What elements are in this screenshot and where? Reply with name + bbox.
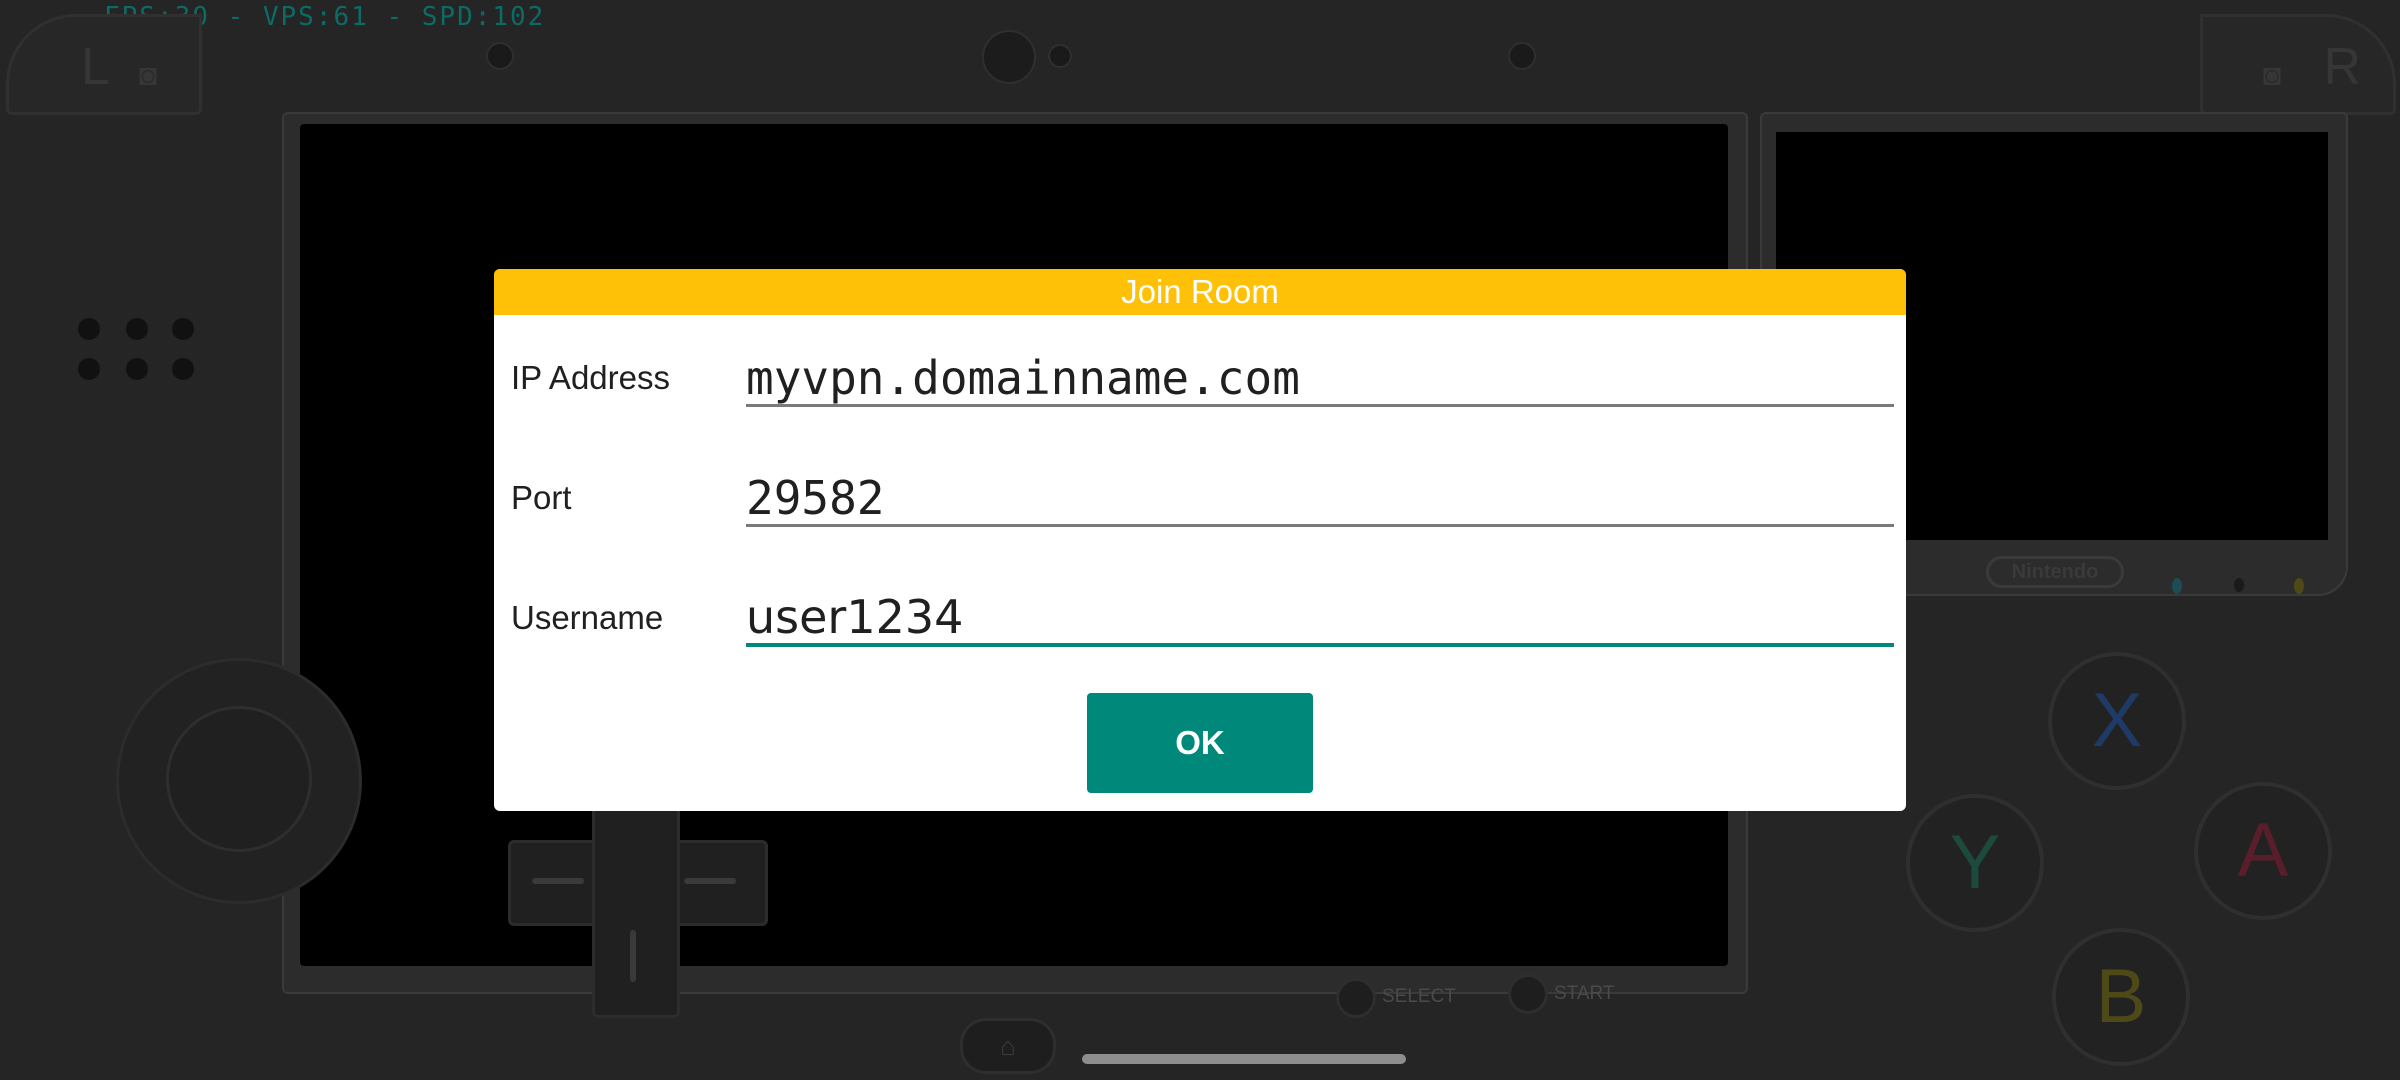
speaker-hole [172,318,194,340]
username-label: Username [511,599,664,636]
start-button[interactable] [1508,974,1548,1014]
speaker-hole [126,318,148,340]
port-input[interactable] [746,471,1894,527]
b-button-label: B [2095,954,2147,1039]
y-button-label: Y [1949,820,2001,905]
speaker-hole [172,358,194,380]
l-shoulder-button[interactable]: L ◙ [6,14,202,115]
charge-led-icon [2234,578,2244,592]
start-label: START [1554,983,1615,1004]
l-shoulder-label: L [81,38,110,96]
gesture-navigation-bar[interactable] [1082,1054,1406,1064]
sensor-dot [1048,44,1072,68]
power-led-icon [2294,578,2304,594]
speaker-hole [126,358,148,380]
circle-pad[interactable] [166,706,312,852]
home-button[interactable]: ⌂ [960,1018,1056,1074]
hinge-dot [486,42,514,70]
r-shoulder-button[interactable]: ◙ R [2200,14,2396,115]
r-shoulder-label: R [2323,38,2361,96]
x-button-label: X [2091,678,2143,763]
b-button[interactable]: B [2052,928,2190,1066]
port-label: Port [511,479,572,516]
a-button[interactable]: A [2194,782,2332,920]
camera-lens-icon [982,30,1036,84]
dpad-left-mark [532,878,584,884]
speaker-hole [78,358,100,380]
ip-address-input[interactable] [746,351,1894,407]
dpad-right-mark [684,878,736,884]
select-label: SELECT [1382,986,1456,1007]
select-button[interactable] [1336,978,1376,1018]
hinge-dot [1508,42,1536,70]
username-input[interactable] [746,591,1894,647]
ip-address-label: IP Address [511,359,670,396]
ok-button[interactable]: OK [1087,693,1313,793]
camera-icon: ◙ [2263,59,2282,92]
brand-logo: Nintendo [1986,556,2124,588]
y-button[interactable]: Y [1906,794,2044,932]
a-button-label: A [2237,808,2289,893]
join-room-dialog: Join Room IP Address Port Username OK [494,269,1906,811]
speaker-hole [78,318,100,340]
camera-icon: ◙ [139,59,158,92]
x-button[interactable]: X [2048,652,2186,790]
wifi-led-icon [2172,578,2182,594]
dpad-down-mark [630,930,636,982]
dialog-title: Join Room [494,269,1906,315]
home-icon: ⌂ [1000,1031,1016,1061]
